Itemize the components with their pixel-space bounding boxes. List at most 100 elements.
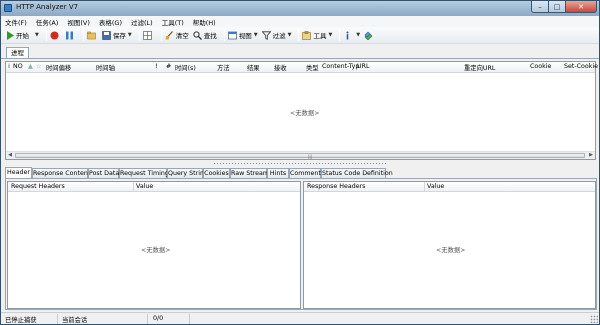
menu-help[interactable]: 帮助(H) (193, 17, 216, 27)
column-cookie[interactable]: Cookie (530, 63, 551, 70)
chevron-down-icon: ▼ (287, 32, 292, 38)
grip-icon: ||| (308, 154, 313, 159)
star-icon: ☆ (36, 63, 42, 70)
request-list[interactable]: ⁞ NO ▲ ☆ 时间偏移 时间轴 ! # 时间(s) 方法 结果 接收 类型 … (5, 61, 598, 160)
sort-asc-icon: ▲ (28, 63, 33, 70)
column-time-s[interactable]: 时间(s) (175, 63, 196, 72)
menu-grid[interactable]: 表格(G) (99, 17, 122, 27)
app-window: HTTP Analyzer V7 – □ ✕ 文件(F) 任务(A) 视图(V)… (0, 0, 600, 325)
clear-button[interactable]: 清空 (165, 29, 189, 42)
column-url[interactable]: URL (357, 63, 370, 70)
empty-message: <无数据> (141, 247, 171, 254)
chevron-right-icon[interactable]: ▶ (587, 152, 595, 159)
find-icon (193, 30, 202, 40)
column-result[interactable]: 结果 (247, 63, 260, 72)
window-title: HTTP Analyzer V7 (16, 3, 79, 11)
save-label: 保存 (112, 32, 126, 40)
column-response-headers[interactable]: Response Headers (307, 183, 365, 190)
toolbar-separator (45, 29, 47, 41)
record-icon (50, 31, 59, 40)
capture-status: 已停止捕获 (5, 317, 37, 324)
pause-button[interactable] (65, 29, 76, 42)
window-controls: – □ ✕ (531, 1, 597, 14)
status-bar: 已停止捕获 当前会话 0/0 (1, 312, 599, 324)
title-bar[interactable]: HTTP Analyzer V7 – □ ✕ (1, 1, 599, 16)
start-label: 开始 (16, 32, 29, 40)
empty-message: <无数据> (290, 110, 320, 117)
column-response-value[interactable]: Value (427, 183, 444, 190)
status-divider (147, 314, 148, 324)
menu-tools[interactable]: 工具(T) (162, 17, 184, 27)
chevron-down-icon: ▼ (356, 32, 361, 38)
column-set-cookie[interactable]: Set-Cookie (564, 63, 598, 70)
save-button[interactable]: 保存 ▼ (102, 29, 132, 42)
menu-filter[interactable]: 过滤(L) (131, 17, 153, 27)
menu-bar: 文件(F) 任务(A) 视图(V) 表格(G) 过滤(L) 工具(T) 帮助(H… (1, 16, 599, 27)
chevron-left-icon[interactable]: ◀ (6, 152, 14, 159)
empty-message: <无数据> (436, 247, 466, 254)
find-label: 查找 (203, 32, 217, 40)
close-button[interactable]: ✕ (566, 1, 597, 13)
filter-button[interactable]: 过滤 ▼ (261, 29, 292, 42)
column-warning[interactable]: ! (155, 63, 158, 70)
horizontal-scrollbar[interactable]: ◀ ||| ▶ (6, 151, 595, 159)
start-button[interactable]: 开始 (5, 29, 29, 42)
pause-icon (65, 31, 74, 40)
session-tabs: 进程 (1, 45, 599, 59)
info-button[interactable]: ▼ (343, 29, 360, 42)
chevron-down-icon: ▼ (253, 32, 258, 38)
view-label: 视图 (238, 32, 252, 40)
view-button[interactable]: 视图 ▼ (227, 29, 258, 42)
menu-task[interactable]: 任务(A) (36, 17, 59, 27)
resize-grip-icon[interactable] (590, 315, 598, 323)
start-dropdown[interactable]: ▼ (33, 29, 39, 42)
info-icon (343, 31, 352, 40)
toolbar-separator (138, 29, 140, 41)
column-request-headers[interactable]: Request Headers (11, 183, 65, 190)
tools-icon (302, 30, 312, 40)
find-button[interactable]: 查找 (193, 29, 217, 42)
play-icon (5, 30, 14, 40)
column-content-type[interactable]: Content-Typ (322, 63, 359, 70)
tools-button[interactable]: 工具 ▼ (302, 29, 332, 42)
clear-icon (165, 30, 174, 40)
maximize-button[interactable]: □ (549, 1, 566, 13)
status-divider (57, 314, 58, 324)
column-timeline[interactable]: 时间轴 (96, 63, 115, 72)
column-type[interactable]: 类型 (306, 63, 319, 72)
pane-splitter[interactable] (213, 162, 388, 166)
tab-process[interactable]: 进程 (6, 47, 29, 58)
record-button[interactable] (50, 29, 61, 42)
minimize-button[interactable]: – (531, 1, 549, 13)
plugin-icon (364, 31, 373, 40)
detail-area: Request Headers Value <无数据> Response Hea… (5, 179, 597, 310)
column-divider[interactable] (424, 182, 425, 192)
toolbar-separator (223, 29, 225, 41)
plugin-button[interactable] (364, 29, 375, 42)
column-method[interactable]: 方法 (217, 63, 230, 72)
column-hash[interactable]: # (166, 63, 171, 70)
save-icon (102, 30, 111, 40)
column-request-value[interactable]: Value (136, 183, 153, 190)
response-headers-pane[interactable]: Response Headers Value <无数据> (303, 181, 596, 309)
chevron-down-icon: ▼ (127, 32, 132, 38)
menu-file[interactable]: 文件(F) (5, 17, 27, 27)
column-received[interactable]: 接收 (274, 63, 287, 72)
view-icon (227, 31, 237, 40)
status-divider (189, 314, 190, 324)
filter-icon (261, 30, 271, 40)
toolbar-separator (339, 29, 341, 41)
column-redirect-url[interactable]: 重定向URL (464, 63, 495, 72)
menu-view[interactable]: 视图(V) (67, 17, 90, 27)
column-time-offset[interactable]: 时间偏移 (46, 63, 71, 72)
column-no[interactable]: NO (13, 63, 23, 70)
open-button[interactable] (87, 29, 98, 42)
grid-button[interactable] (142, 29, 154, 42)
divider (1, 58, 599, 59)
request-headers-pane[interactable]: Request Headers Value <无数据> (7, 181, 301, 309)
grid-icon (142, 30, 152, 40)
toolbar-separator (82, 29, 84, 41)
column-grip-icon: ⁞ (8, 63, 11, 70)
column-divider[interactable] (133, 182, 134, 192)
scroll-thumb[interactable]: ||| (15, 153, 585, 159)
